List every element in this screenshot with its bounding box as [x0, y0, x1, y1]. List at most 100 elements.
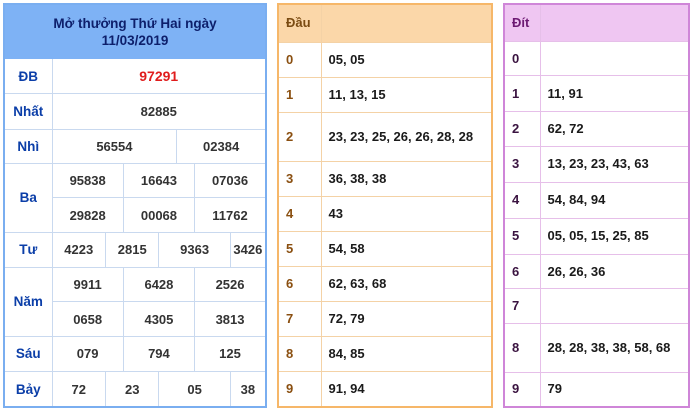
row-tu: Tư 4223 2815 9363 3426: [3, 231, 267, 269]
dit-digit: 8: [503, 323, 541, 373]
row-db: ĐB 97291: [3, 58, 267, 95]
dau-digit: 3: [277, 160, 322, 197]
prize-value: 6428: [122, 267, 196, 303]
prize-value: 16643: [122, 163, 196, 199]
dau-values: 72, 79: [320, 301, 493, 338]
dit-row: 5 05, 05, 15, 25, 85: [503, 217, 690, 255]
dit-row: 9 79: [503, 371, 690, 408]
prize-value: 82885: [51, 93, 267, 130]
prize-label: Bảy: [3, 371, 53, 408]
dau-row: 2 23, 23, 25, 26, 26, 28, 28: [277, 111, 493, 162]
dau-row: 6 62, 63, 68: [277, 265, 493, 303]
dau-row: 4 43: [277, 195, 493, 232]
dau-values: 91, 94: [320, 371, 493, 408]
dit-row: 2 62, 72: [503, 111, 690, 147]
dau-digit: 1: [277, 76, 322, 113]
dau-values: 54, 58: [320, 230, 493, 267]
row-nhi: Nhì 56554 02384: [3, 128, 267, 165]
dau-digit: 4: [277, 195, 322, 232]
prize-value: 079: [51, 335, 124, 373]
prize-value: 05: [158, 371, 231, 408]
row-sau: Sáu 079 794 125: [3, 335, 267, 373]
dau-digit: 8: [277, 336, 322, 373]
dit-row: 6 26, 26, 36: [503, 253, 690, 290]
dau-values: 11, 13, 15: [320, 76, 493, 113]
prize-value: 2526: [194, 267, 267, 303]
prize-value: 4223: [51, 231, 106, 269]
row-ba-1: Ba 95838 16643 07036: [3, 163, 267, 233]
dau-digit: 0: [277, 41, 322, 78]
dau-row: 1 11, 13, 15: [277, 76, 493, 113]
prize-value: 38: [229, 371, 267, 408]
dit-values: [539, 288, 690, 325]
dau-digit: 5: [277, 230, 322, 267]
prize-value: 23: [104, 371, 160, 408]
dit-digit: 7: [503, 288, 541, 325]
dau-values: 43: [320, 195, 493, 232]
prize-value: 72: [51, 371, 106, 408]
row-nhat: Nhất 82885: [3, 93, 267, 130]
dau-row: 0 05, 05: [277, 41, 493, 78]
dit-row: 3 13, 23, 23, 43, 63: [503, 146, 690, 183]
dit-values: 62, 72: [539, 111, 690, 147]
results-title: Mở thưởng Thứ Hai ngày 11/03/2019: [3, 3, 267, 60]
prize-label: Tư: [3, 231, 53, 269]
dit-digit: 3: [503, 146, 541, 183]
dit-row: 7: [503, 288, 690, 325]
prize-label: Nhì: [3, 128, 53, 165]
dau-row: 7 72, 79: [277, 301, 493, 338]
dau-digit: 2: [277, 111, 322, 162]
dau-row: 9 91, 94: [277, 371, 493, 408]
dit-values: 28, 28, 38, 38, 58, 68: [539, 323, 690, 373]
dit-table: Đít 0 1 11, 91 2 62, 72 3 13, 23, 23, 43, 6…: [503, 3, 690, 408]
dit-values: 54, 84, 94: [539, 181, 690, 219]
dit-values: [539, 41, 690, 77]
prize-value: 9363: [158, 231, 231, 269]
dau-values: 84, 85: [320, 336, 493, 373]
dau-values: 62, 63, 68: [320, 265, 493, 303]
prize-value: 02384: [176, 128, 267, 165]
row-nam-1: Năm 9911 6428 2526: [3, 267, 267, 337]
dau-values: 05, 05: [320, 41, 493, 78]
dit-digit: 1: [503, 75, 541, 113]
prize-value: 3813: [194, 301, 267, 337]
prize-value: 4305: [122, 301, 196, 337]
dit-row: 1 11, 91: [503, 75, 690, 113]
dau-header-blank: [320, 3, 493, 43]
dau-row: 8 84, 85: [277, 336, 493, 373]
results-title-date: 11/03/2019: [101, 32, 169, 48]
dit-row: 8 28, 28, 38, 38, 58, 68: [503, 323, 690, 373]
prize-value: 29828: [51, 197, 124, 233]
dit-row: 4 54, 84, 94: [503, 181, 690, 219]
dau-values: 36, 38, 38: [320, 160, 493, 197]
dit-digit: 6: [503, 253, 541, 290]
prize-value: 3426: [229, 231, 267, 269]
prize-value: 95838: [51, 163, 124, 199]
prize-value: 56554: [51, 128, 178, 165]
dit-digit: 2: [503, 111, 541, 147]
dit-values: 11, 91: [539, 75, 690, 113]
dit-digit: 0: [503, 41, 541, 77]
dit-row: 0: [503, 41, 690, 77]
prize-label: ĐB: [3, 58, 53, 95]
prize-value: 07036: [194, 163, 267, 199]
prize-value: 00068: [122, 197, 196, 233]
prize-value: 9911: [51, 267, 124, 303]
prize-label: Nhất: [3, 93, 53, 130]
dit-values: 13, 23, 23, 43, 63: [539, 146, 690, 183]
results-title-line1: Mở thưởng Thứ Hai ngày: [53, 15, 217, 31]
prize-value: 0658: [51, 301, 124, 337]
dit-values: 26, 26, 36: [539, 253, 690, 290]
dit-values: 79: [539, 371, 690, 408]
dau-row: 5 54, 58: [277, 230, 493, 267]
prize-label: Sáu: [3, 335, 53, 373]
row-bay: Bảy 72 23 05 38: [3, 371, 267, 408]
dau-digit: 6: [277, 265, 322, 303]
prize-label: Năm: [3, 267, 53, 337]
prize-value: 2815: [104, 231, 160, 269]
dit-digit: 4: [503, 181, 541, 219]
dau-values: 23, 23, 25, 26, 26, 28, 28: [320, 111, 493, 162]
dau-row: 3 36, 38, 38: [277, 160, 493, 197]
prize-value: 794: [122, 335, 196, 373]
dau-digit: 7: [277, 301, 322, 338]
